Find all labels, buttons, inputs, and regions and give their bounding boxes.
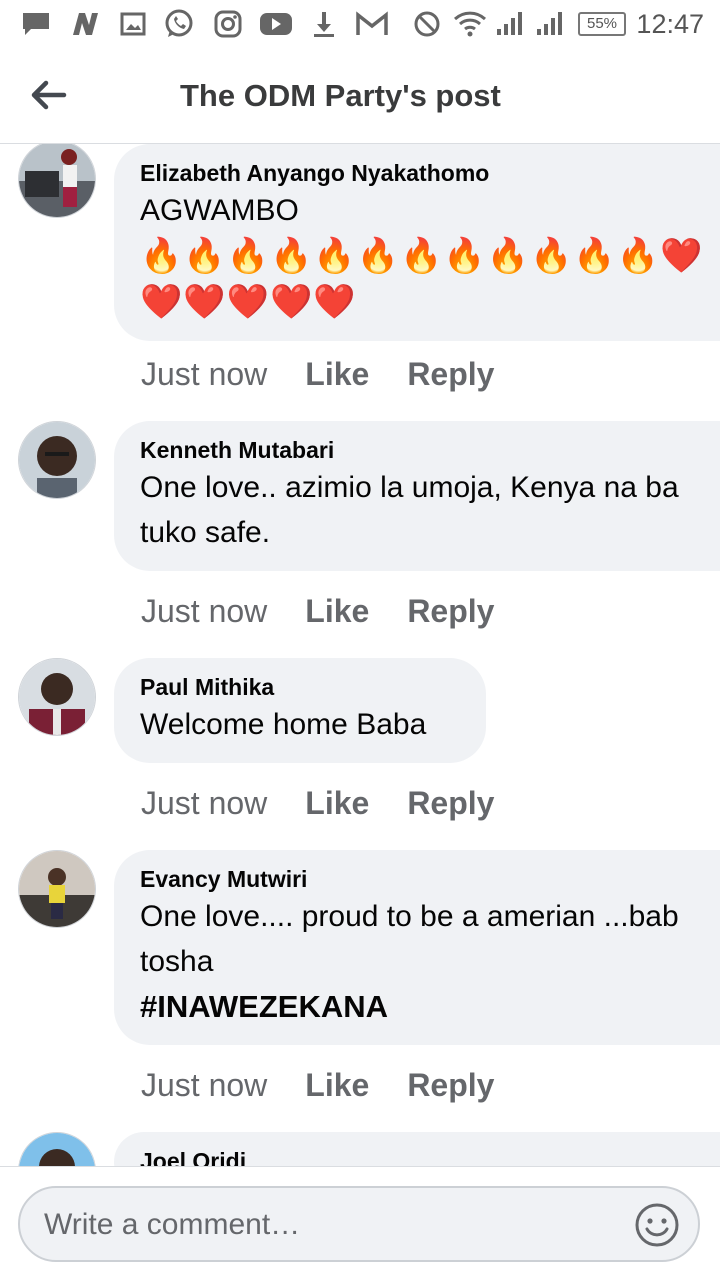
hashtag-link[interactable]: #INAWEZEKANA [140, 984, 720, 1029]
status-bar: 55% 12:47 [0, 0, 720, 50]
news-icon [66, 10, 102, 38]
battery-icon: 55% [578, 12, 626, 36]
comment-author[interactable]: Joel Oridi [140, 1146, 720, 1166]
signal-icon [494, 10, 524, 38]
comment-author[interactable]: Elizabeth Anyango Nyakathomo [140, 158, 720, 188]
comment-actions: Just now Like Reply [141, 593, 532, 630]
comment-timestamp: Just now [141, 1067, 268, 1103]
comment-actions: Just now Like Reply [141, 356, 532, 393]
comments-list: Elizabeth Anyango Nyakathomo AGWAMBO 🔥🔥🔥… [0, 144, 720, 1166]
gallery-icon [118, 10, 148, 38]
comment-author[interactable]: Evancy Mutwiri [140, 864, 720, 894]
comment-text: tuko safe. [140, 516, 271, 549]
comment-bubble: Joel Oridi [114, 1132, 720, 1166]
fire-heart-emoji-line: 🔥🔥🔥🔥🔥🔥🔥🔥🔥🔥🔥🔥❤️ [140, 237, 704, 275]
reply-button[interactable]: Reply [407, 785, 494, 822]
reply-button[interactable]: Reply [407, 356, 494, 393]
status-time: 12:47 [636, 9, 704, 39]
back-arrow-icon[interactable] [26, 74, 68, 116]
gmail-icon [354, 10, 390, 38]
wifi-icon [452, 10, 488, 38]
comment-bubble: Paul Mithika Welcome home Baba [114, 658, 486, 763]
avatar[interactable] [18, 1132, 96, 1166]
avatar[interactable] [18, 144, 96, 218]
page-title: The ODM Party's post [180, 78, 501, 113]
comment-timestamp: Just now [141, 785, 268, 821]
like-button[interactable]: Like [305, 1067, 369, 1104]
comment-composer-bar [0, 1166, 720, 1281]
whatsapp-icon [162, 9, 196, 38]
comment-actions: Just now Like Reply [141, 785, 532, 822]
instagram-icon [212, 10, 244, 38]
comment-bubble: Kenneth Mutabari One love.. azimio la um… [114, 421, 720, 571]
comment-input[interactable] [42, 1202, 626, 1248]
comment-bubble: Evancy Mutwiri One love.... proud to be … [114, 850, 720, 1045]
comment-text: One love.... proud to be a amerian ...ba… [140, 900, 679, 933]
like-button[interactable]: Like [305, 356, 369, 393]
avatar[interactable] [18, 421, 96, 499]
comment-author[interactable]: Paul Mithika [140, 672, 460, 702]
comment-text: Welcome home Baba [140, 708, 427, 741]
signal-icon-2 [534, 10, 564, 38]
comment-text: tosha [140, 945, 214, 978]
reply-button[interactable]: Reply [407, 593, 494, 630]
message-icon [20, 10, 52, 38]
comment-actions: Just now Like Reply [141, 1067, 532, 1104]
like-button[interactable]: Like [305, 785, 369, 822]
comment-bubble: Elizabeth Anyango Nyakathomo AGWAMBO 🔥🔥🔥… [114, 144, 720, 341]
comment-timestamp: Just now [141, 356, 268, 392]
download-icon [310, 10, 338, 38]
avatar[interactable] [18, 658, 96, 736]
comment-composer[interactable] [18, 1186, 700, 1262]
dnd-icon [412, 10, 442, 38]
avatar[interactable] [18, 850, 96, 928]
comment-text: AGWAMBO [140, 194, 299, 227]
smiley-icon[interactable] [634, 1202, 680, 1248]
like-button[interactable]: Like [305, 593, 369, 630]
heart-emoji-line: ❤️❤️❤️❤️❤️ [140, 283, 357, 321]
youtube-icon [258, 10, 294, 38]
comment-author[interactable]: Kenneth Mutabari [140, 435, 720, 465]
comment-text: One love.. azimio la umoja, Kenya na ba [140, 471, 679, 504]
comment-timestamp: Just now [141, 593, 268, 629]
app-header: The ODM Party's post [0, 50, 720, 144]
reply-button[interactable]: Reply [407, 1067, 494, 1104]
